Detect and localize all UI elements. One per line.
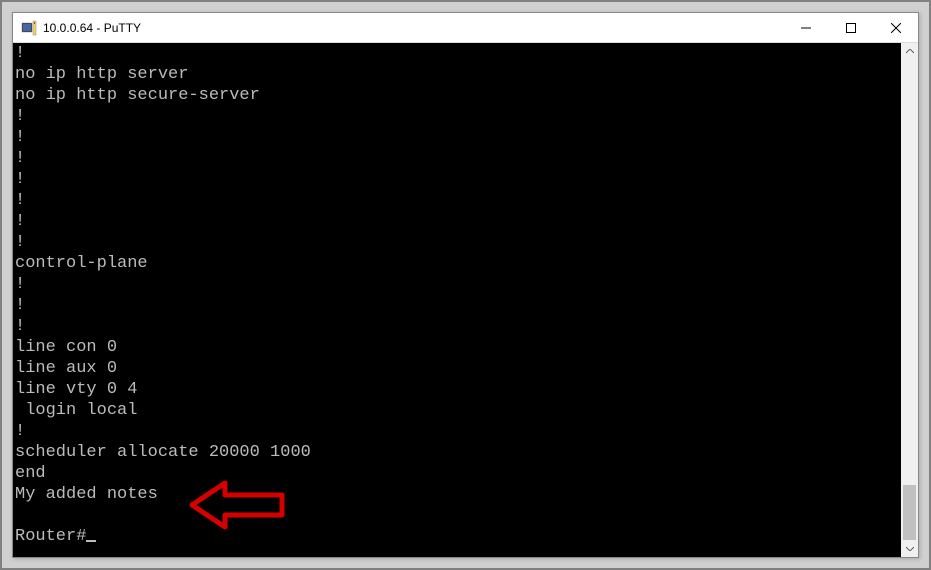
minimize-button[interactable] [783,13,828,43]
terminal-cursor [86,540,96,542]
titlebar[interactable]: 10.0.0.64 - PuTTY [13,13,918,43]
scrollbar-up-button[interactable] [901,43,918,60]
putty-window: 10.0.0.64 - PuTTY ! no ip http server no… [12,12,919,558]
scrollbar-down-button[interactable] [901,540,918,557]
window-title: 10.0.0.64 - PuTTY [43,21,783,35]
maximize-button[interactable] [828,13,873,43]
putty-icon [21,20,37,36]
scrollbar-vertical[interactable] [901,43,918,557]
terminal-output[interactable]: ! no ip http server no ip http secure-se… [13,43,901,557]
terminal-area: ! no ip http server no ip http secure-se… [13,43,918,557]
close-button[interactable] [873,13,918,43]
scrollbar-thumb[interactable] [903,485,916,540]
